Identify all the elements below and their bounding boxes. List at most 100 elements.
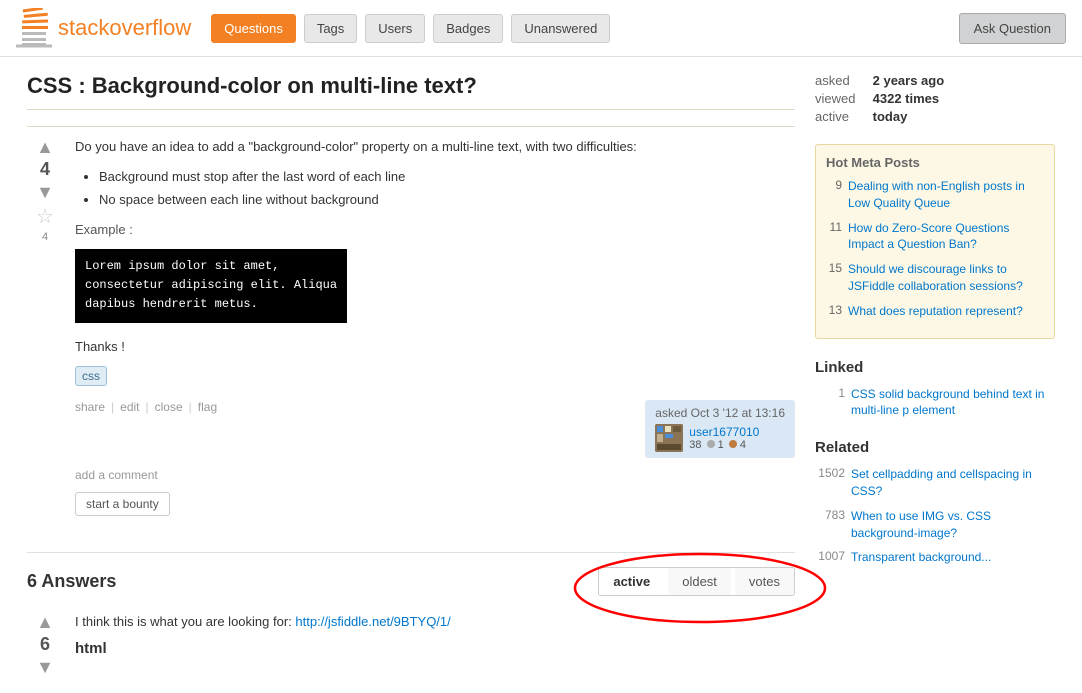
- nav-unanswered[interactable]: Unanswered: [511, 14, 610, 43]
- thanks-text: Thanks !: [75, 337, 795, 357]
- meta-stats: asked 2 years ago viewed 4322 times acti…: [815, 73, 1055, 124]
- favorite-count: 4: [42, 231, 48, 243]
- code-line-2: consectetur adipiscing elit. Aliqua: [85, 276, 337, 295]
- answers-count: 6 Answers: [27, 571, 116, 592]
- add-comment[interactable]: add a comment: [75, 468, 795, 482]
- sort-oldest-tab[interactable]: oldest: [668, 568, 731, 595]
- favorite-star[interactable]: ☆: [36, 204, 54, 229]
- divider-2: |: [146, 400, 149, 414]
- action-links: share | edit | close | flag: [75, 400, 217, 414]
- related-item-1: 1502 Set cellpadding and cellspacing in …: [815, 466, 1055, 500]
- question-actions: share | edit | close | flag asked Oct 3 …: [75, 400, 795, 458]
- meta-active-label: active: [815, 109, 869, 124]
- answer-vote-up[interactable]: ▲: [31, 612, 59, 632]
- example-label: Example :: [75, 220, 795, 240]
- sidebar: asked 2 years ago viewed 4322 times acti…: [815, 73, 1055, 677]
- related-link-3[interactable]: Transparent background...: [851, 549, 991, 566]
- user-card: asked Oct 3 '12 at 13:16: [645, 400, 795, 458]
- hot-meta-item-4: 13 What does reputation represent?: [826, 303, 1044, 320]
- nav-users[interactable]: Users: [365, 14, 425, 43]
- question-area: ▲ 4 ▼ ☆ 4 Do you have an idea to add a "…: [27, 137, 795, 536]
- related-title: Related: [815, 439, 1055, 456]
- logo: stackoverflow: [16, 8, 191, 48]
- meta-asked-value: 2 years ago: [873, 73, 945, 88]
- bullet-1: Background must stop after the last word…: [99, 167, 795, 187]
- content-area: CSS : Background-color on multi-line tex…: [27, 73, 795, 677]
- hot-meta-link-2[interactable]: How do Zero-Score Questions Impact a Que…: [848, 220, 1044, 254]
- ask-question-button[interactable]: Ask Question: [959, 13, 1066, 44]
- start-bounty-button[interactable]: start a bounty: [75, 492, 170, 516]
- hot-meta-link-4[interactable]: What does reputation represent?: [848, 303, 1023, 320]
- answer-vote-panel: ▲ 6 ▼: [27, 612, 63, 677]
- answer-code-label: html: [75, 640, 795, 657]
- hot-meta-num-1: 9: [826, 178, 842, 212]
- share-link[interactable]: share: [75, 400, 105, 414]
- meta-viewed-label: viewed: [815, 91, 869, 106]
- related-link-2[interactable]: When to use IMG vs. CSS background-image…: [851, 508, 1055, 542]
- vote-down-button[interactable]: ▼: [31, 182, 59, 202]
- user-rep: 38 1 4: [689, 439, 759, 451]
- related-link-1[interactable]: Set cellpadding and cellspacing in CSS?: [851, 466, 1055, 500]
- hot-meta-item-1: 9 Dealing with non-English posts in Low …: [826, 178, 1044, 212]
- divider-1: |: [111, 400, 114, 414]
- linked-num-1: 1: [815, 386, 845, 420]
- related-num-1: 1502: [815, 466, 845, 500]
- linked-section: Linked 1 CSS solid background behind tex…: [815, 359, 1055, 420]
- badge-silver: [707, 440, 715, 448]
- related-item-2: 783 When to use IMG vs. CSS background-i…: [815, 508, 1055, 542]
- flag-link[interactable]: flag: [198, 400, 217, 414]
- answer-link[interactable]: http://jsfiddle.net/9BTYQ/1/: [295, 614, 450, 629]
- hot-meta-num-3: 15: [826, 261, 842, 295]
- answer-vote-count: 6: [40, 634, 50, 655]
- header: stackoverflow Questions Tags Users Badge…: [0, 0, 1082, 57]
- logo-stack: stack: [58, 15, 109, 40]
- sort-tabs: active oldest votes: [598, 567, 795, 596]
- meta-active: active today: [815, 109, 1055, 124]
- related-item-3: 1007 Transparent background...: [815, 549, 1055, 566]
- hot-meta-box: Hot Meta Posts 9 Dealing with non-Englis…: [815, 144, 1055, 339]
- main-content: CSS : Background-color on multi-line tex…: [11, 57, 1071, 693]
- code-line-1: Lorem ipsum dolor sit amet,: [85, 257, 337, 276]
- hot-meta-num-2: 11: [826, 220, 842, 254]
- answer-text: I think this is what you are looking for…: [75, 612, 795, 632]
- nav-tags[interactable]: Tags: [304, 14, 357, 43]
- asked-at: asked Oct 3 '12 at 13:16: [655, 406, 785, 420]
- logo-text: stackoverflow: [58, 15, 191, 41]
- hot-meta-link-1[interactable]: Dealing with non-English posts in Low Qu…: [848, 178, 1044, 212]
- sort-votes-tab[interactable]: votes: [735, 568, 794, 595]
- code-block: Lorem ipsum dolor sit amet, consectetur …: [75, 249, 347, 323]
- question-body: Do you have an idea to add a "background…: [75, 137, 795, 536]
- linked-title: Linked: [815, 359, 1055, 376]
- hot-meta-num-4: 13: [826, 303, 842, 320]
- user-info: user1677010 38 1 4: [655, 424, 785, 452]
- answer-body: I think this is what you are looking for…: [75, 612, 795, 677]
- hot-meta-item-2: 11 How do Zero-Score Questions Impact a …: [826, 220, 1044, 254]
- meta-active-value: today: [873, 109, 908, 124]
- close-link[interactable]: close: [155, 400, 183, 414]
- linked-link-1[interactable]: CSS solid background behind text in mult…: [851, 386, 1055, 420]
- sort-container: active oldest votes: [598, 567, 795, 596]
- meta-asked-label: asked: [815, 73, 869, 88]
- answer-vote-down[interactable]: ▼: [31, 657, 59, 677]
- sort-active-tab[interactable]: active: [599, 568, 664, 595]
- avatar: [655, 424, 683, 452]
- nav-questions[interactable]: Questions: [211, 14, 296, 43]
- vote-panel: ▲ 4 ▼ ☆ 4: [27, 137, 63, 536]
- nav-badges[interactable]: Badges: [433, 14, 503, 43]
- divider-3: |: [189, 400, 192, 414]
- user-name[interactable]: user1677010: [689, 425, 759, 439]
- vote-up-button[interactable]: ▲: [31, 137, 59, 157]
- hot-meta-title: Hot Meta Posts: [826, 155, 1044, 170]
- vote-count: 4: [40, 159, 50, 180]
- hot-meta-link-3[interactable]: Should we discourage links to JSFiddle c…: [848, 261, 1044, 295]
- tag-css[interactable]: css: [75, 366, 107, 386]
- answer-area: ▲ 6 ▼ I think this is what you are looki…: [27, 612, 795, 677]
- badge-bronze: [729, 440, 737, 448]
- question-bullets: Background must stop after the last word…: [99, 167, 795, 210]
- meta-viewed-value: 4322 times: [873, 91, 940, 106]
- edit-link[interactable]: edit: [120, 400, 139, 414]
- logo-icon: [16, 8, 52, 48]
- page-title: CSS : Background-color on multi-line tex…: [27, 73, 795, 110]
- related-section: Related 1502 Set cellpadding and cellspa…: [815, 439, 1055, 566]
- linked-item-1: 1 CSS solid background behind text in mu…: [815, 386, 1055, 420]
